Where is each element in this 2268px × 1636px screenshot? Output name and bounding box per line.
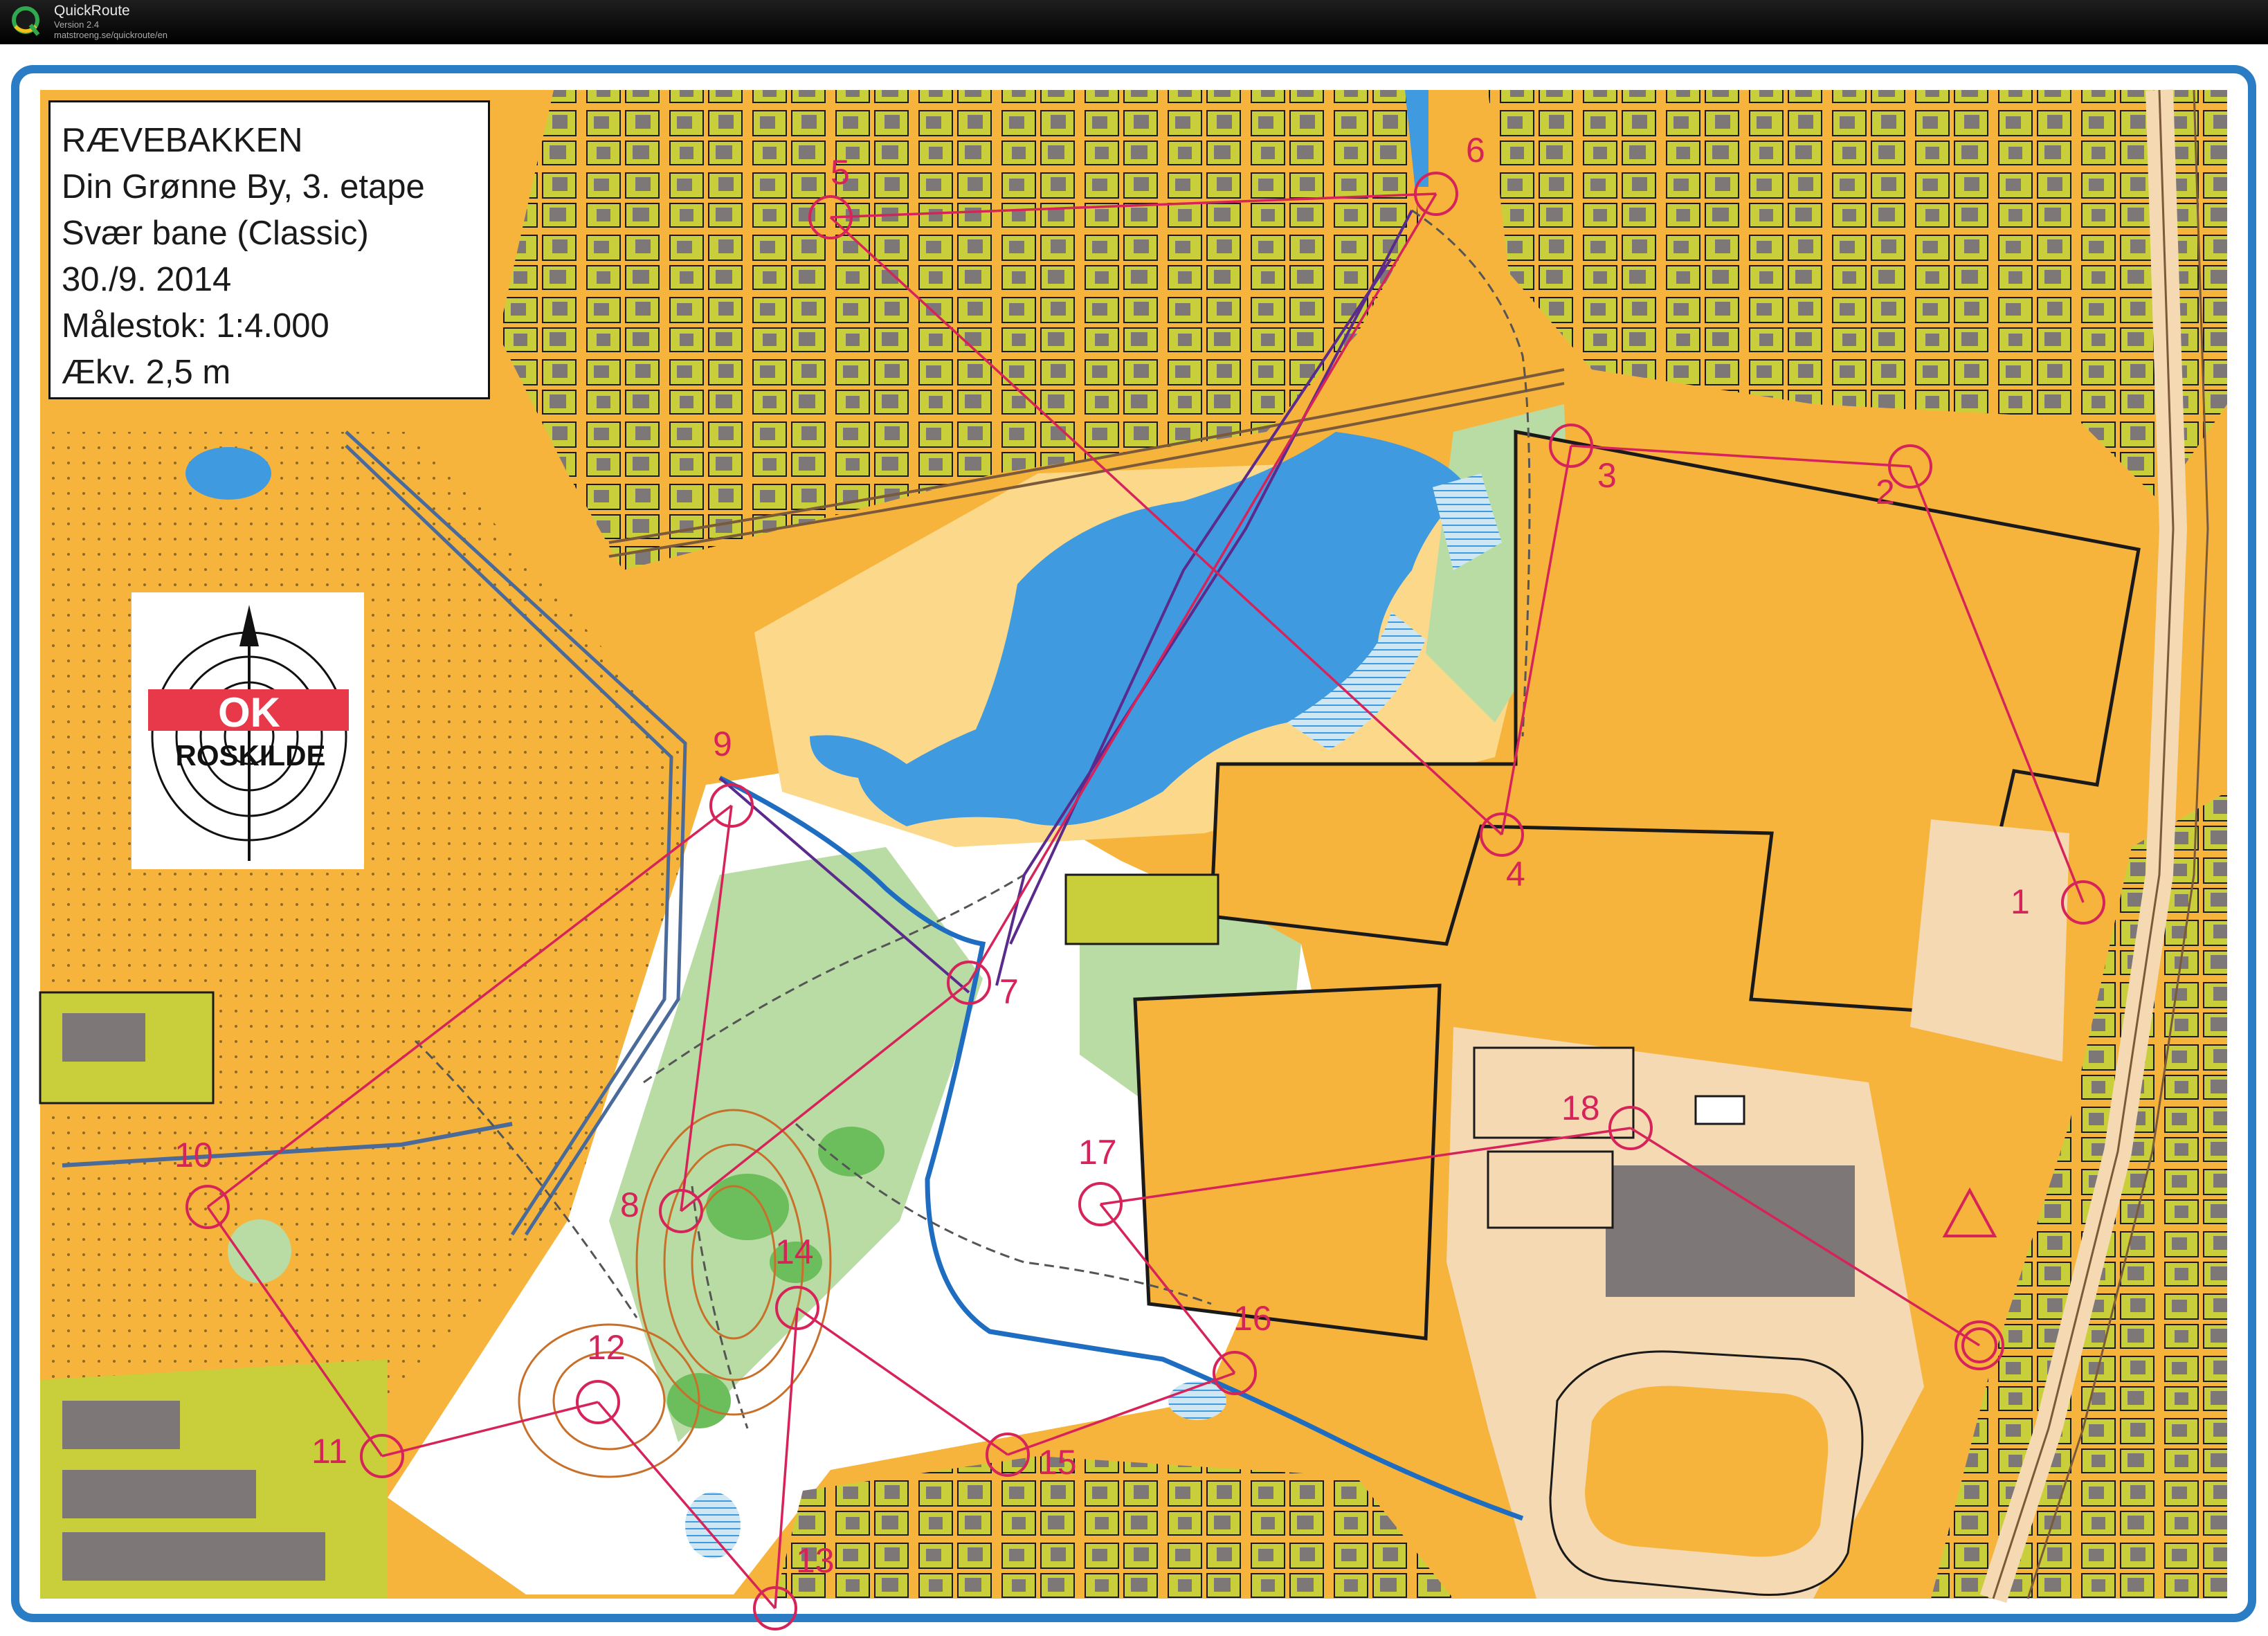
control-number-1: 1 [2011, 882, 2030, 921]
legend-date: 30./9. 2014 [62, 261, 232, 298]
window-titlebar: QuickRoute Version 2.4 matstroeng.se/qui… [0, 0, 2268, 44]
club-logo: OK ROSKILDE [131, 592, 364, 869]
control-number-3: 3 [1597, 456, 1617, 495]
app-title: QuickRoute [54, 3, 130, 19]
control-number-12: 12 [587, 1328, 626, 1367]
app-url: matstroeng.se/quickroute/en [54, 30, 168, 40]
map-legend: RÆVEBAKKEN Din Grønne By, 3. etape Svær … [48, 100, 490, 399]
club-logo-badge: OK [218, 689, 280, 736]
control-number-18: 18 [1561, 1089, 1600, 1127]
control-number-13: 13 [796, 1541, 835, 1580]
control-number-10: 10 [174, 1136, 213, 1174]
legend-title: RÆVEBAKKEN [62, 122, 303, 159]
control-number-11: 11 [311, 1432, 347, 1471]
control-number-5: 5 [831, 153, 850, 192]
pond-west [185, 447, 271, 500]
legend-contour-interval: Ækv. 2,5 m [62, 354, 231, 391]
control-number-2: 2 [1876, 473, 1895, 511]
quickroute-app-icon [12, 6, 40, 36]
control-number-8: 8 [620, 1185, 639, 1224]
legend-course: Svær bane (Classic) [62, 215, 369, 252]
control-number-16: 16 [1233, 1299, 1272, 1338]
legend-scale: Målestok: 1:4.000 [62, 307, 329, 345]
app-version: Version 2.4 [54, 19, 100, 30]
control-number-15: 15 [1038, 1443, 1077, 1482]
control-number-17: 17 [1078, 1133, 1117, 1172]
control-number-14: 14 [775, 1233, 814, 1271]
club-logo-name: ROSKILDE [175, 739, 325, 772]
legend-event: Din Grønne By, 3. etape [62, 168, 425, 206]
control-number-7: 7 [999, 972, 1019, 1011]
control-number-9: 9 [713, 725, 732, 763]
control-number-6: 6 [1466, 131, 1485, 170]
control-number-4: 4 [1506, 855, 1525, 893]
